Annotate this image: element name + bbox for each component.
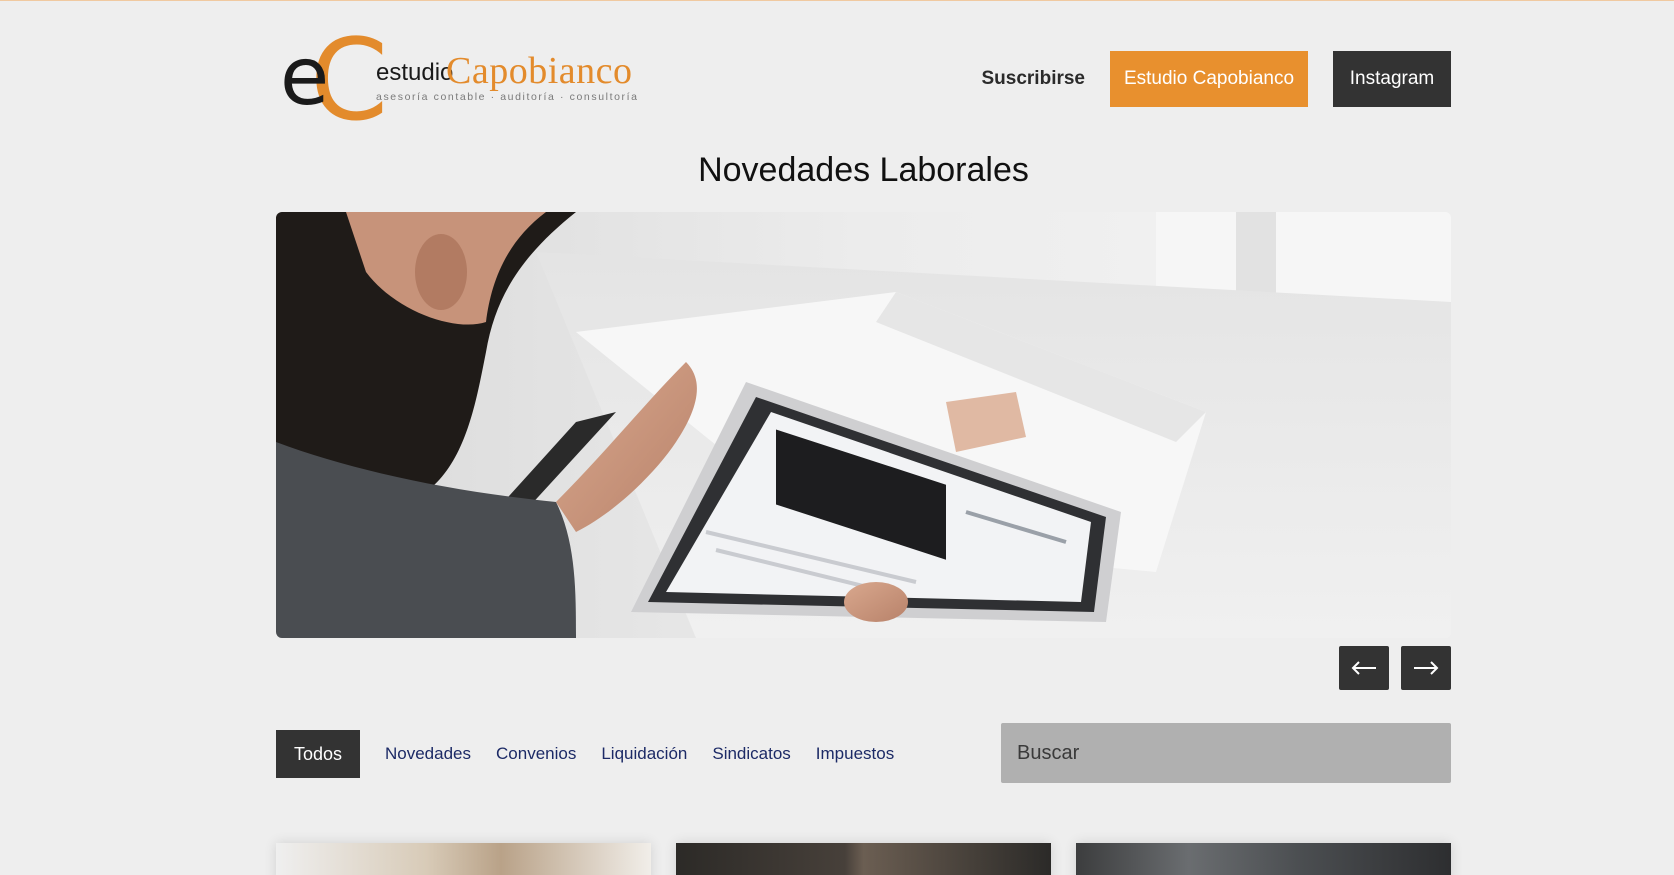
hero-carousel-image	[276, 212, 1451, 638]
site-logo[interactable]: C e estudio Capobianco asesoría contable…	[280, 25, 637, 137]
photo-icon	[276, 212, 1451, 638]
filter-liquidacion[interactable]: Liquidación	[601, 744, 687, 764]
arrow-left-icon	[1351, 661, 1376, 675]
article-card[interactable]	[276, 843, 651, 875]
estudio-capobianco-button[interactable]: Estudio Capobianco	[1110, 51, 1308, 107]
carousel-next-button[interactable]	[1401, 646, 1451, 690]
article-card[interactable]	[1076, 843, 1451, 875]
filter-impuestos[interactable]: Impuestos	[816, 744, 894, 764]
carousel-controls	[1339, 646, 1451, 690]
article-cards	[276, 843, 1451, 875]
page-container: C e estudio Capobianco asesoría contable…	[276, 1, 1451, 875]
logo-estudio-text: estudio	[376, 59, 454, 86]
arrow-right-icon	[1414, 661, 1439, 675]
carousel-prev-button[interactable]	[1339, 646, 1389, 690]
site-header: C e estudio Capobianco asesoría contable…	[276, 1, 1451, 141]
filter-novedades[interactable]: Novedades	[385, 744, 471, 764]
subscribe-link[interactable]: Suscribirse	[982, 68, 1086, 90]
filter-todos[interactable]: Todos	[276, 730, 360, 778]
category-filters: Todos Novedades Convenios Liquidación Si…	[276, 730, 919, 778]
logo-capobianco-text: Capobianco	[446, 50, 633, 92]
logo-letter-e: e	[280, 30, 329, 123]
instagram-button[interactable]: Instagram	[1333, 51, 1451, 107]
filter-convenios[interactable]: Convenios	[496, 744, 576, 764]
logo-tagline: asesoría contable · auditoría · consulto…	[376, 91, 639, 103]
search-input[interactable]	[1001, 723, 1451, 783]
article-card[interactable]	[676, 843, 1051, 875]
header-nav: Suscribirse Estudio Capobianco Instagram	[982, 51, 1451, 107]
page-title: Novedades Laborales	[698, 151, 1029, 189]
filter-sindicatos[interactable]: Sindicatos	[712, 744, 790, 764]
